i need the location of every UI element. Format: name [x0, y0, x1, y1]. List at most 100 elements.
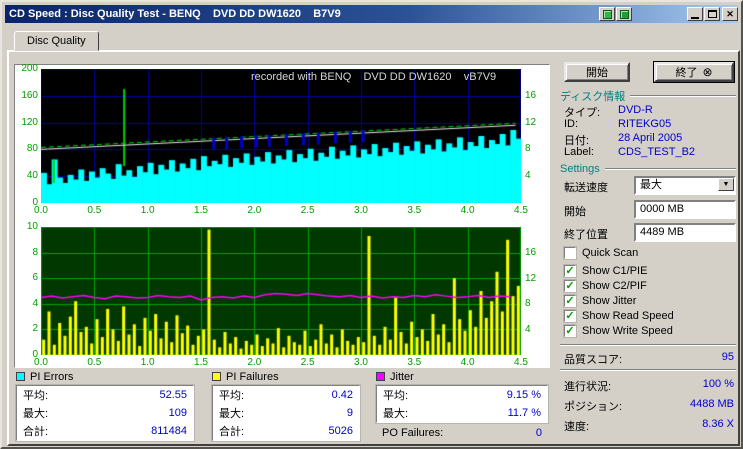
tick-label: 4 [32, 297, 38, 309]
maximize-button[interactable] [704, 7, 720, 21]
field-value: 28 April 2005 [618, 132, 683, 144]
transfer-speed-select[interactable]: 最大 ▼ [634, 176, 736, 195]
stat-label: 合計: [219, 426, 245, 438]
checkbox-box[interactable]: ✓ [564, 280, 576, 292]
pi-failures-stats: PI Failures 平均: 0.42 最大: 9 合計: 5026 [212, 370, 360, 441]
tab-disc-quality[interactable]: Disc Quality [14, 31, 99, 51]
close-icon: ✕ [726, 8, 734, 19]
checkbox-box[interactable]: ✓ [564, 295, 576, 307]
stat-value: 0.42 [331, 389, 353, 401]
tick-label: 8 [525, 143, 531, 155]
app-window: CD Speed : Disc Quality Test - BENQ DVD … [0, 0, 743, 449]
tick-label: 2.0 [247, 357, 262, 368]
checkbox-show-jitter[interactable]: ✓ Show Jitter [564, 294, 636, 308]
exit-button[interactable]: 終了 ⊗ [653, 61, 735, 83]
checkbox-quick-scan[interactable]: ✓ Quick Scan [564, 246, 638, 260]
titlebar-extra-icon-2[interactable] [616, 7, 632, 21]
checkbox-box[interactable]: ✓ [564, 265, 576, 277]
stat-title: Jitter [376, 370, 548, 383]
pi-failures-y-axis-left: 10 8 6 4 2 0 [15, 221, 38, 361]
pi-failures-chart-canvas [41, 227, 521, 355]
tick-label: 3.5 [407, 357, 422, 368]
tick-label: 2.0 [247, 205, 262, 216]
pi-errors-swatch-icon [16, 372, 25, 381]
tick-label: 0.5 [87, 205, 102, 216]
stat-box: 平均: 52.55 最大: 109 合計: 811484 [16, 385, 194, 441]
progress-row: 進行状況: 100 % [564, 378, 734, 393]
tick-label: 0.0 [34, 357, 48, 368]
pi-failures-x-axis: 0.0 0.5 1.0 1.5 2.0 2.5 3.0 3.5 4.0 4.5 [26, 357, 536, 368]
minimize-icon [691, 16, 699, 19]
position-value: 4488 MB [689, 398, 734, 410]
pi-errors-chart-canvas [41, 69, 521, 203]
checkbox-show-read-speed[interactable]: ✓ Show Read Speed [564, 309, 674, 323]
end-position-field[interactable]: 4489 MB [634, 223, 736, 242]
stat-value: 109 [168, 407, 187, 419]
pi-failures-swatch-icon [212, 372, 221, 381]
checkbox-box[interactable]: ✓ [564, 247, 576, 259]
stat-label: 平均: [219, 390, 245, 402]
start-position-row: 開始 0000 MB [564, 200, 736, 220]
field-label: 品質スコア: [564, 354, 623, 366]
close-button[interactable]: ✕ [722, 7, 738, 21]
checkbox-show-c1-pie[interactable]: ✓ Show C1/PIE [564, 264, 647, 278]
stat-value: 5026 [328, 425, 353, 437]
tick-label: 8 [525, 298, 531, 310]
stat-label: 最大: [383, 408, 409, 420]
maximize-icon [707, 10, 717, 18]
separator [604, 167, 736, 170]
check-icon: ✓ [565, 265, 575, 277]
end-position-row: 終了位置 4489 MB [564, 223, 736, 243]
pi-errors-y-axis-right: 16 12 8 4 [525, 90, 551, 182]
green-page-icon [602, 9, 612, 19]
minimize-button[interactable] [687, 7, 703, 21]
tick-label: 1.0 [140, 357, 155, 368]
checkbox-label: Show Read Speed [582, 310, 674, 322]
tick-label: 0.0 [34, 205, 48, 216]
tick-label: 16 [525, 90, 537, 101]
tick-label: 3.5 [407, 205, 422, 216]
sidebar: 開始 終了 ⊗ ディスク情報 タイプ: DVD-R ID: RITEKG05 日付:… [558, 58, 738, 444]
stat-value: 9.15 % [506, 389, 541, 401]
stat-label: 合計: [23, 426, 49, 438]
tick-label: 160 [21, 89, 38, 101]
stat-label: 平均: [383, 390, 409, 402]
speed-value: 8.36 X [702, 418, 734, 430]
checkbox-label: Show Write Speed [582, 325, 673, 337]
stat-row: 最大: 9 [213, 404, 359, 422]
stat-value: 11.7 % [507, 407, 541, 419]
disc-info-header: ディスク情報 [560, 89, 736, 103]
field-label: 転送速度 [564, 182, 608, 194]
chevron-down-icon[interactable]: ▼ [718, 178, 734, 191]
stat-row: 平均: 9.15 % [377, 386, 547, 404]
stat-row: 合計: 5026 [213, 422, 359, 440]
checkbox-label: Quick Scan [582, 247, 639, 259]
checkbox-show-write-speed[interactable]: ✓ Show Write Speed [564, 324, 673, 338]
stat-row: 最大: 109 [17, 404, 193, 422]
titlebar-extra-icon-1[interactable] [599, 7, 615, 21]
separator [560, 344, 736, 346]
title-bar[interactable]: CD Speed : Disc Quality Test - BENQ DVD … [5, 5, 738, 23]
tick-label: 80 [26, 143, 38, 155]
checkbox-box[interactable]: ✓ [564, 310, 576, 322]
section-title: Settings [560, 162, 600, 175]
pi-failures-y-axis-right: 16 12 8 4 [525, 247, 551, 336]
checkbox-show-c2-pif[interactable]: ✓ Show C2/PIF [564, 279, 647, 293]
checkbox-label: Show C1/PIE [582, 265, 648, 277]
checkbox-box[interactable]: ✓ [564, 325, 576, 337]
tick-label: 4.0 [460, 357, 475, 368]
stat-title: PI Errors [16, 370, 194, 383]
start-button[interactable]: 開始 [564, 62, 630, 82]
tick-label: 1.0 [140, 205, 155, 216]
check-icon: ✓ [565, 295, 575, 307]
progress-value: 100 % [702, 378, 734, 390]
separator [630, 94, 736, 97]
transfer-speed-value: 最大 [640, 179, 662, 191]
section-title: ディスク情報 [560, 90, 626, 103]
field-label: 終了位置 [564, 229, 608, 241]
start-position-field[interactable]: 0000 MB [634, 200, 736, 219]
stat-box: 平均: 0.42 最大: 9 合計: 5026 [212, 385, 360, 441]
field-value: DVD-R [618, 104, 653, 116]
field-label: 進行状況: [564, 381, 612, 393]
stat-row: 合計: 811484 [17, 422, 193, 440]
